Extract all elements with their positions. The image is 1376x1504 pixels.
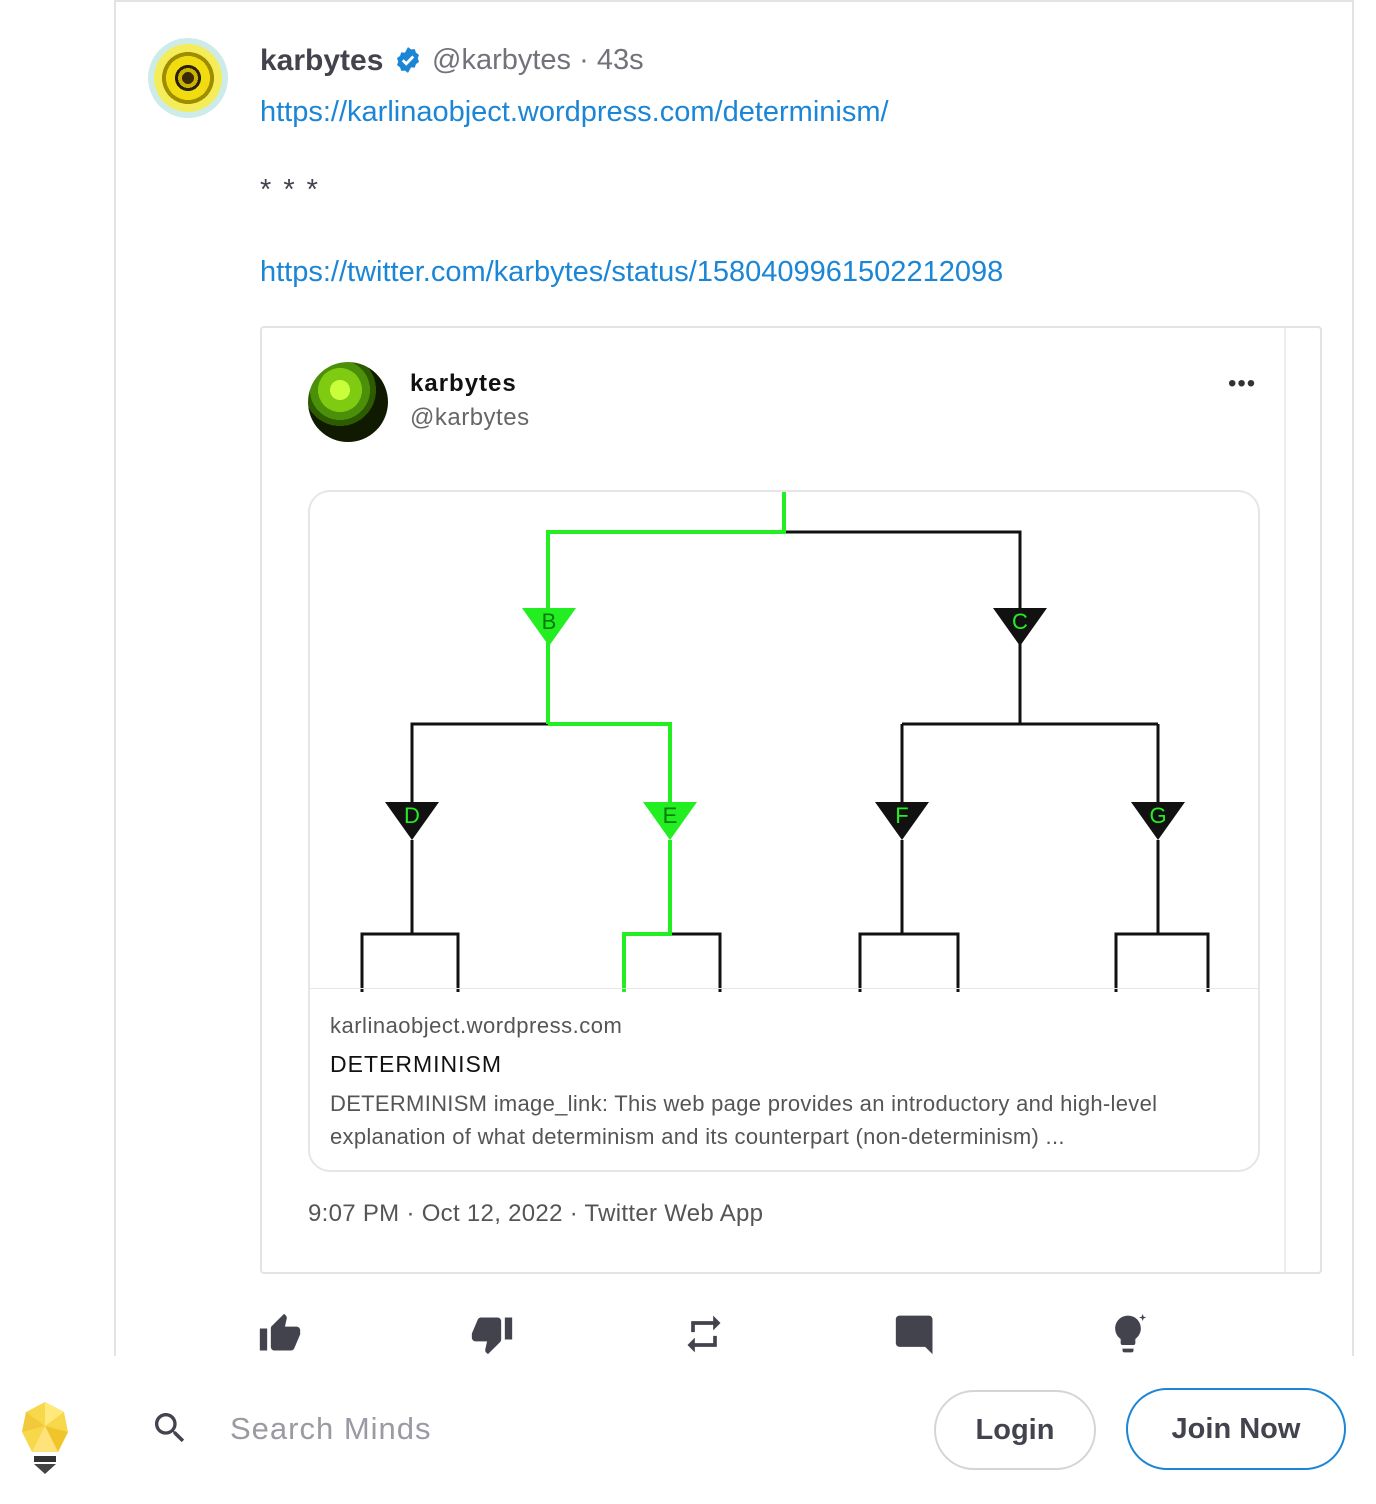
author-name[interactable]: karbytes [260, 44, 383, 78]
tree-label-g: G [1149, 803, 1166, 828]
search-icon[interactable] [150, 1408, 190, 1448]
card-meta: karlinaobject.wordpress.com DETERMINISM … [310, 988, 1258, 1170]
thumb-up-icon[interactable] [258, 1312, 302, 1356]
author-avatar[interactable] [148, 38, 228, 118]
tweet-timestamp[interactable]: 9:07 PM · Oct 12, 2022 · Twitter Web App [308, 1200, 763, 1228]
tree-label-d: D [404, 803, 420, 828]
tweet-author-name[interactable]: karbytes [410, 370, 517, 398]
post-actions [258, 1312, 1158, 1356]
card-description: DETERMINISM image_link: This web page pr… [330, 1091, 1158, 1149]
separator: · [579, 44, 589, 76]
tree-label-f: F [895, 803, 908, 828]
post-link-determinism[interactable]: https://karlinaobject.wordpress.com/dete… [260, 96, 889, 129]
verified-badge-icon [397, 47, 419, 73]
remind-icon[interactable] [682, 1312, 726, 1356]
tweet-author-avatar[interactable] [308, 362, 388, 442]
determinism-tree-diagram: B C D E F G [360, 492, 1210, 992]
tree-label-b: B [542, 609, 557, 634]
post-separator-stars: * * * [260, 174, 320, 206]
bottom-bar: Login Join Now [0, 1356, 1376, 1504]
comment-icon[interactable] [894, 1312, 938, 1356]
minds-logo-icon[interactable] [20, 1400, 70, 1476]
author-handle[interactable]: @karbytes [432, 44, 571, 76]
card-domain: karlinaobject.wordpress.com [330, 1013, 623, 1038]
more-options-icon[interactable]: ••• [1228, 370, 1256, 398]
embed-scroll-edge [1284, 328, 1286, 1272]
thumb-down-icon[interactable] [470, 1312, 514, 1356]
tweet-author-handle[interactable]: @karbytes [410, 404, 530, 432]
login-button[interactable]: Login [934, 1390, 1096, 1470]
boost-icon[interactable] [1106, 1312, 1150, 1356]
search-input[interactable] [228, 1400, 832, 1458]
tree-label-e: E [663, 803, 678, 828]
post-link-twitter[interactable]: https://twitter.com/karbytes/status/1580… [260, 256, 1003, 289]
tree-label-c: C [1012, 609, 1028, 634]
card-title[interactable]: DETERMINISM [330, 1051, 502, 1078]
link-preview-card[interactable]: B C D E F G karlinaobject.wordpress.com … [308, 490, 1260, 1172]
post-time[interactable]: 43s [597, 44, 644, 76]
join-now-button[interactable]: Join Now [1126, 1388, 1346, 1470]
embedded-tweet[interactable]: karbytes @karbytes ••• B C D E F G karli… [260, 326, 1322, 1274]
author-handle-time: @karbytes · 43s [432, 44, 644, 77]
